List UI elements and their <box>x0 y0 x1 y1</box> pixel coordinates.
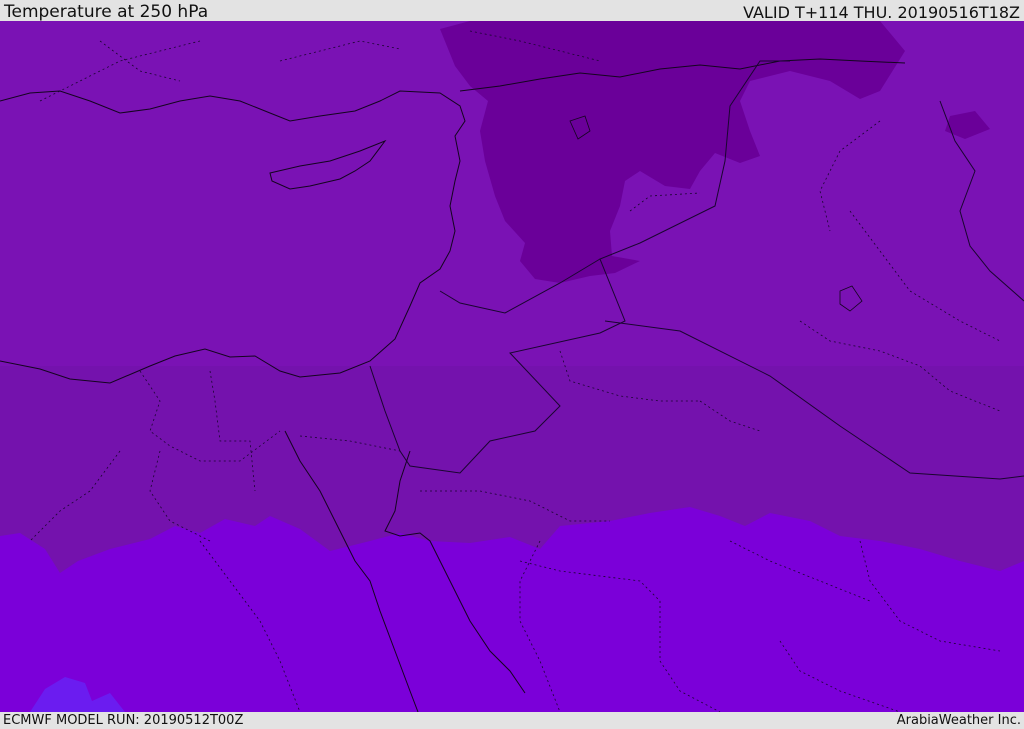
model-run-label: ECMWF MODEL RUN: 20190512T00Z <box>3 713 244 728</box>
valid-time: VALID T+114 THU. 20190516T18Z <box>743 3 1020 22</box>
credit-label: ArabiaWeather Inc. <box>896 713 1021 728</box>
map-title: Temperature at 250 hPa <box>4 2 209 22</box>
header-bar: Temperature at 250 hPa VALID T+114 THU. … <box>0 0 1024 22</box>
temperature-map[interactable] <box>0 21 1024 712</box>
footer-bar: ECMWF MODEL RUN: 20190512T00Z ArabiaWeat… <box>0 712 1024 729</box>
map-canvas <box>0 21 1024 712</box>
weather-map-page: Temperature at 250 hPa VALID T+114 THU. … <box>0 0 1024 729</box>
